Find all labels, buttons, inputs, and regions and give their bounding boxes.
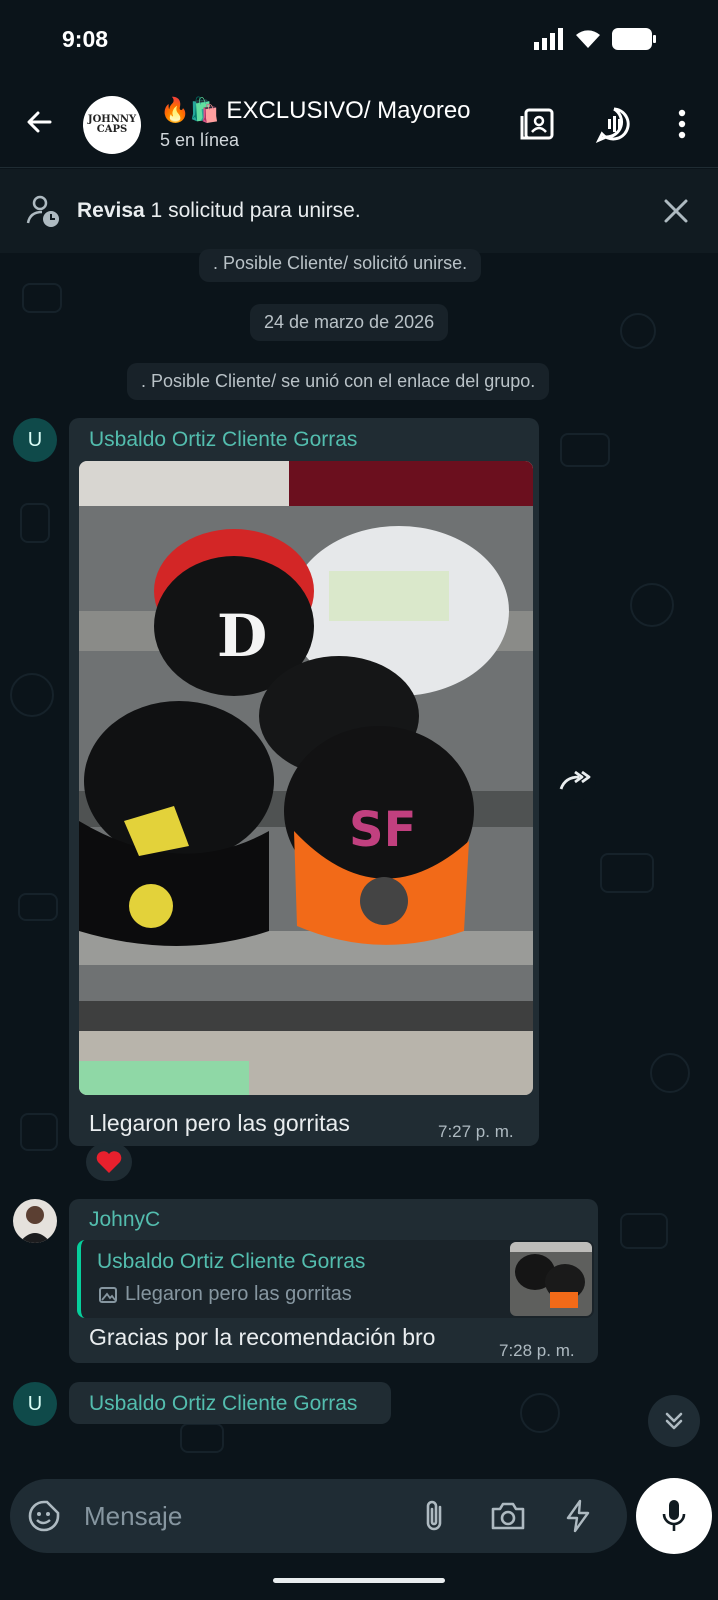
group-avatar-logo: JOHNNY CAPS	[87, 114, 137, 135]
group-avatar[interactable]: JOHNNY CAPS	[83, 96, 141, 154]
battery-icon	[612, 28, 656, 50]
sender-avatar[interactable]: U	[13, 418, 57, 462]
svg-text:D: D	[217, 602, 267, 670]
message-text: Llegaron pero las gorritas	[89, 1110, 350, 1136]
join-request-rest: 1 solicitud para unirse.	[144, 199, 361, 222]
sender-name[interactable]: Usbaldo Ortiz Cliente Gorras	[89, 428, 357, 452]
system-message: . Posible Cliente/ se unió con el enlace…	[127, 363, 550, 400]
join-request-bold: Revisa	[77, 199, 145, 222]
camera-icon[interactable]	[490, 1500, 526, 1532]
microphone-icon	[662, 1500, 686, 1531]
close-icon[interactable]	[663, 198, 689, 224]
message-time: 7:28 p. m.	[499, 1341, 575, 1360]
sender-avatar-photo[interactable]	[13, 1199, 57, 1243]
message-text: Gracias por la recomendación bro	[89, 1324, 436, 1350]
scroll-to-bottom-button[interactable]	[648, 1395, 700, 1447]
microphone-button[interactable]	[636, 1478, 712, 1554]
sender-name[interactable]: Usbaldo Ortiz Cliente Gorras	[89, 1392, 357, 1416]
reaction-badge[interactable]	[86, 1143, 132, 1181]
status-bar: 9:08	[0, 0, 718, 80]
status-time: 9:08	[62, 26, 109, 52]
join-request-text: Revisa 1 solicitud para unirse.	[77, 199, 361, 223]
sender-avatar[interactable]: U	[13, 1382, 57, 1426]
home-indicator	[273, 1578, 445, 1583]
sticker-icon[interactable]	[27, 1499, 61, 1533]
heart-icon	[96, 1151, 122, 1173]
more-options-icon[interactable]	[662, 104, 702, 144]
attachment-icon[interactable]	[418, 1498, 452, 1534]
status-icons	[534, 28, 656, 50]
reply-quote[interactable]: Usbaldo Ortiz Cliente Gorras Llegaron pe…	[77, 1240, 594, 1318]
svg-text:SF: SF	[349, 802, 416, 858]
cap-photo[interactable]: D SF	[79, 461, 533, 1095]
message-input-bar[interactable]: Mensaje	[10, 1479, 627, 1553]
person-clock-icon	[26, 195, 59, 227]
image-icon	[99, 1287, 117, 1303]
chat-header: JOHNNY CAPS 🔥🛍️ EXCLUSIVO/ Mayoreo 5 en …	[0, 80, 718, 168]
system-message: . Posible Cliente/ solicitó unirse.	[199, 249, 482, 282]
message-input[interactable]: Mensaje	[84, 1501, 182, 1532]
join-request-banner[interactable]: Revisa 1 solicitud para unirse.	[0, 169, 718, 253]
quote-sender: Usbaldo Ortiz Cliente Gorras	[97, 1250, 366, 1273]
double-chevron-down-icon	[665, 1412, 683, 1430]
wifi-icon	[576, 30, 600, 48]
forward-button[interactable]	[556, 761, 596, 801]
quote-text: Llegaron pero las gorritas	[125, 1283, 352, 1305]
voice-chat-icon[interactable]	[594, 104, 634, 144]
signal-icon	[534, 28, 563, 50]
lightning-icon[interactable]	[564, 1499, 592, 1533]
back-arrow-icon[interactable]	[20, 102, 60, 142]
group-title[interactable]: 🔥🛍️ EXCLUSIVO/ Mayoreo	[160, 96, 490, 125]
forward-icon	[559, 770, 591, 790]
date-separator: 24 de marzo de 2026	[250, 304, 449, 341]
sender-name[interactable]: JohnyC	[89, 1208, 160, 1232]
contacts-book-icon[interactable]	[518, 104, 558, 144]
message-time: 7:27 p. m.	[438, 1122, 514, 1141]
group-online-count: 5 en línea	[160, 130, 240, 150]
quote-thumbnail	[510, 1242, 592, 1316]
